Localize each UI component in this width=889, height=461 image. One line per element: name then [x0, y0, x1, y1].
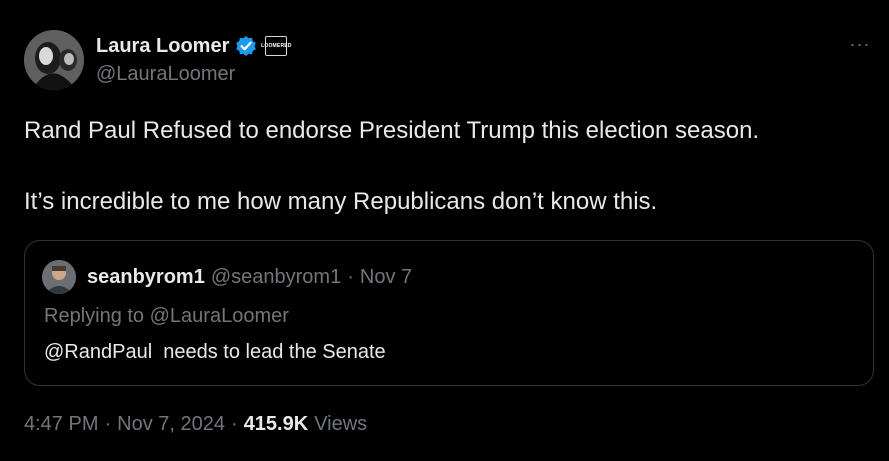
- quoted-author-handle[interactable]: @seanbyrom1: [211, 266, 341, 289]
- author-name-row: Laura Loomer LOOMERED: [96, 33, 291, 59]
- tweet-meta: 4:47 PM · Nov 7, 2024 · 415.9K Views: [24, 413, 367, 436]
- quoted-author-avatar[interactable]: [42, 260, 76, 294]
- tweet-date[interactable]: Nov 7, 2024: [117, 413, 225, 436]
- replying-to-handle[interactable]: @LauraLoomer: [150, 305, 289, 327]
- tweet-text-line-1: Rand Paul Refused to endorse President T…: [24, 117, 760, 144]
- more-options-icon[interactable]: ···: [846, 34, 874, 54]
- quoted-tweet-date[interactable]: Nov 7: [360, 266, 412, 289]
- meta-separator: ·: [104, 413, 112, 435]
- quoted-tweet-header: seanbyrom1 @seanbyrom1 · Nov 7: [87, 266, 412, 289]
- views-label: Views: [314, 413, 368, 435]
- quoted-replying-to: Replying to @LauraLoomer: [44, 305, 289, 328]
- author-avatar[interactable]: [24, 30, 84, 90]
- views-count: 415.9K: [243, 413, 309, 435]
- replying-to-label: Replying to: [44, 305, 145, 327]
- meta-separator: ·: [231, 413, 238, 435]
- quoted-header-separator: ·: [347, 266, 354, 288]
- tweet-time[interactable]: 4:47 PM: [24, 413, 98, 436]
- quoted-author-name[interactable]: seanbyrom1: [87, 266, 205, 289]
- tweet-text-line-2: It’s incredible to me how many Republica…: [24, 188, 658, 215]
- author-handle[interactable]: @LauraLoomer: [96, 63, 235, 86]
- affiliation-badge-text: LOOMERED: [261, 43, 292, 49]
- quoted-tweet-text: @RandPaul needs to lead the Senate: [44, 341, 386, 363]
- affiliation-badge-icon[interactable]: LOOMERED: [261, 36, 291, 56]
- author-display-name[interactable]: Laura Loomer: [96, 35, 229, 58]
- verified-badge-icon[interactable]: [235, 35, 257, 57]
- quoted-tweet-card[interactable]: seanbyrom1 @seanbyrom1 · Nov 7 Replying …: [24, 240, 874, 386]
